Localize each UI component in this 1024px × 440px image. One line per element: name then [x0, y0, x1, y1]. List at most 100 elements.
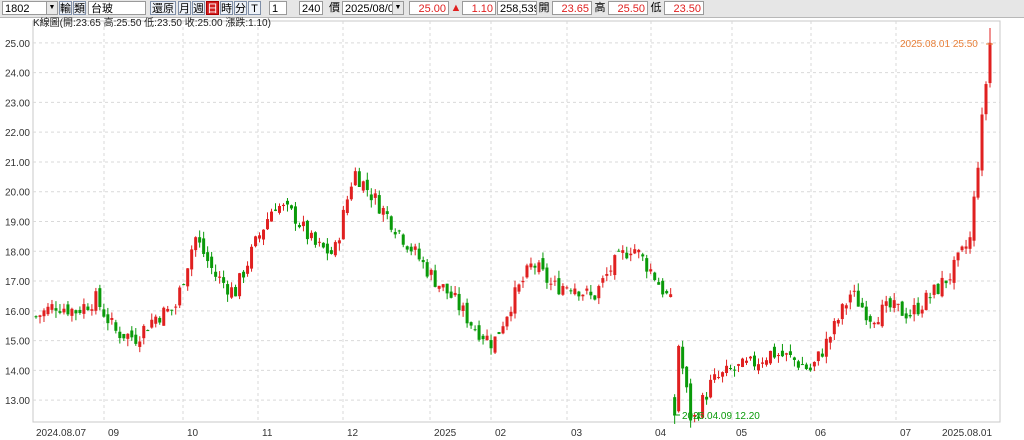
x-tick-label: 10: [187, 428, 199, 439]
candle-body: [972, 196, 976, 241]
period-tick-button[interactable]: T: [248, 1, 261, 15]
candle-body: [385, 211, 389, 215]
candle-body: [485, 335, 489, 341]
candle-body: [844, 305, 848, 309]
candle-body: [349, 186, 353, 200]
open-label: 開: [538, 2, 550, 14]
period-day-button[interactable]: 日: [206, 1, 219, 15]
candle-body: [900, 301, 904, 316]
volume-field: 258,539: [497, 1, 537, 15]
period-minute-button[interactable]: 分: [234, 1, 247, 15]
candle-body: [749, 356, 753, 359]
candle-body: [305, 220, 309, 240]
candle-body: [106, 314, 110, 324]
candle-body: [309, 232, 313, 239]
x-tick-label: 12: [347, 428, 359, 439]
candle-body: [46, 306, 50, 315]
candle-body: [226, 284, 230, 295]
candle-body: [928, 297, 932, 299]
restore-button[interactable]: 還原: [150, 1, 176, 15]
period-week-button[interactable]: 週: [192, 1, 205, 15]
candle-body: [657, 282, 661, 285]
period-month-button[interactable]: 月: [178, 1, 191, 15]
candle-body: [429, 269, 433, 275]
candle-body: [629, 253, 633, 256]
period-hour-button[interactable]: 時: [220, 1, 233, 15]
candle-body: [389, 216, 393, 230]
candle-body: [413, 246, 417, 250]
candle-body: [493, 336, 497, 353]
y-tick-label: 19.00: [5, 218, 30, 229]
candlestick-chart[interactable]: 13.00 14.00 15.00 16.00 17.00 18.00 19.00 20.00…: [0, 17, 1024, 440]
market-sub-button[interactable]: 類: [73, 1, 86, 15]
candle-body: [888, 298, 892, 308]
candle-body: [641, 254, 645, 257]
candle-body: [301, 221, 305, 227]
candle-body: [569, 290, 573, 292]
candle-body: [353, 171, 357, 186]
candle-body: [968, 237, 972, 249]
candle-body: [489, 340, 493, 349]
candle-body: [980, 114, 984, 171]
candle-body: [409, 246, 413, 252]
candle-body: [186, 268, 190, 287]
candle-body: [645, 258, 649, 272]
candle-body: [34, 316, 38, 318]
candle-body: [138, 341, 142, 347]
candle-body: [585, 288, 589, 291]
stock-name-field[interactable]: 台玻: [88, 1, 146, 15]
candle-body: [741, 358, 745, 367]
candle-body: [669, 294, 673, 298]
candle-body: [317, 241, 321, 243]
candle-body: [948, 279, 952, 281]
candle-body: [62, 308, 66, 313]
x-tick-label: 05: [736, 428, 748, 439]
candle-body: [417, 248, 421, 260]
market-button[interactable]: 輸: [59, 1, 72, 15]
y-tick-label: 13.00: [5, 396, 30, 407]
candle-body: [541, 258, 545, 270]
candle-body: [397, 230, 401, 232]
candle-body: [246, 265, 250, 274]
candle-body: [281, 204, 285, 207]
x-tick-label: 09: [108, 428, 120, 439]
candle-body: [82, 304, 86, 314]
candle-body: [170, 309, 174, 311]
bar-count-input[interactable]: 240: [299, 1, 323, 15]
candle-body: [86, 306, 90, 311]
candle-body: [880, 304, 884, 327]
candle-body: [325, 243, 329, 254]
candle-body: [780, 350, 784, 357]
interval-input[interactable]: 1: [269, 1, 287, 15]
candle-body: [425, 262, 429, 277]
candle-body: [976, 167, 980, 198]
candle-body: [760, 362, 764, 364]
chart-title: K線圖(開:23.65 高:25.50 低:23.50 收:25.00 漲跌:1…: [33, 17, 271, 29]
x-tick-label: 06: [815, 428, 827, 439]
low-field: 23.50: [664, 1, 704, 15]
candle-body: [808, 367, 812, 371]
candle-body: [745, 360, 749, 363]
x-tick-label: 07: [900, 428, 912, 439]
low-label: 低: [650, 2, 662, 14]
candle-body: [345, 199, 349, 213]
candle-body: [381, 208, 385, 215]
candle-body: [110, 318, 114, 320]
candle-body: [94, 291, 98, 311]
candle-body: [713, 374, 717, 380]
date-dropdown-icon[interactable]: ▼: [392, 2, 403, 14]
symbol-dropdown-icon[interactable]: ▼: [46, 2, 57, 14]
candle-body: [365, 179, 369, 191]
symbol-input[interactable]: 1802 ▼: [2, 1, 58, 15]
candle-body: [174, 306, 178, 308]
y-tick-label: 21.00: [5, 158, 30, 169]
y-tick-label: 17.00: [5, 277, 30, 288]
candle-body: [940, 277, 944, 297]
date-input[interactable]: 2025/08/01 ▼: [342, 1, 404, 15]
candle-body: [162, 307, 166, 326]
candle-body: [401, 234, 405, 245]
candle-body: [341, 209, 345, 240]
candle-body: [50, 304, 54, 310]
candle-body: [717, 376, 721, 378]
candle-body: [856, 290, 860, 307]
